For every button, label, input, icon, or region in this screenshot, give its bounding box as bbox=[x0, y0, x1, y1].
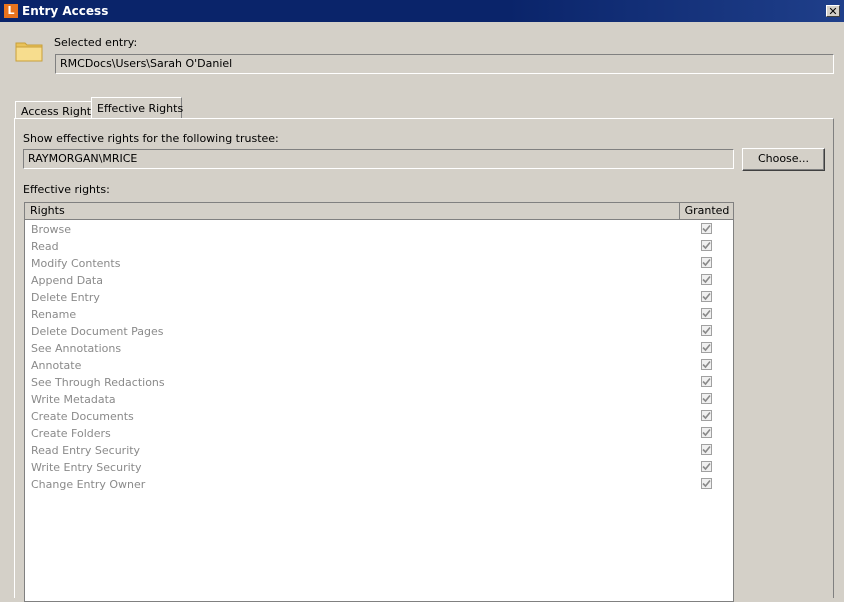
checkmark-icon bbox=[702, 360, 711, 369]
checkmark-icon bbox=[702, 258, 711, 267]
right-name: Write Metadata bbox=[31, 393, 116, 406]
right-name: See Annotations bbox=[31, 342, 122, 355]
selected-entry-label: Selected entry: bbox=[54, 36, 138, 49]
right-name: Delete Entry bbox=[31, 291, 100, 304]
title-bar: L Entry Access ✕ bbox=[0, 0, 844, 22]
table-row[interactable]: Write Metadata bbox=[25, 391, 733, 408]
effective-rights-label: Effective rights: bbox=[23, 183, 110, 196]
granted-checkbox[interactable] bbox=[701, 393, 712, 404]
table-row[interactable]: Create Documents bbox=[25, 408, 733, 425]
table-row[interactable]: Delete Entry bbox=[25, 289, 733, 306]
granted-checkbox[interactable] bbox=[701, 257, 712, 268]
checkmark-icon bbox=[702, 275, 711, 284]
folder-icon bbox=[15, 42, 43, 62]
granted-checkbox[interactable] bbox=[701, 342, 712, 353]
right-name: Read Entry Security bbox=[31, 444, 141, 457]
checkmark-icon bbox=[702, 411, 711, 420]
selected-entry-field[interactable]: RMCDocs\Users\Sarah O'Daniel bbox=[55, 54, 834, 74]
granted-checkbox[interactable] bbox=[701, 444, 712, 455]
table-row[interactable]: Browse bbox=[25, 221, 733, 238]
window-title: Entry Access bbox=[22, 4, 109, 18]
trustee-field[interactable]: RAYMORGAN\MRICE bbox=[23, 149, 734, 169]
checkmark-icon bbox=[702, 445, 711, 454]
table-row[interactable]: Modify Contents bbox=[25, 255, 733, 272]
granted-checkbox[interactable] bbox=[701, 359, 712, 370]
tab-effective-rights[interactable]: Effective Rights bbox=[91, 97, 183, 119]
column-header-rights[interactable]: Rights bbox=[25, 203, 680, 219]
table-row[interactable]: Rename bbox=[25, 306, 733, 323]
effective-rights-table[interactable]: Rights Granted Browse Read Modify Contents… bbox=[24, 202, 734, 602]
choose-button[interactable]: Choose... bbox=[742, 148, 825, 171]
granted-checkbox[interactable] bbox=[701, 291, 712, 302]
table-row[interactable]: Write Entry Security bbox=[25, 459, 733, 476]
granted-checkbox[interactable] bbox=[701, 325, 712, 336]
checkmark-icon bbox=[702, 394, 711, 403]
table-row[interactable]: Read bbox=[25, 238, 733, 255]
right-name: Read bbox=[31, 240, 59, 253]
granted-checkbox[interactable] bbox=[701, 478, 712, 489]
close-icon: ✕ bbox=[828, 5, 838, 18]
laserfiche-icon: L bbox=[4, 4, 18, 18]
table-row[interactable]: Change Entry Owner bbox=[25, 476, 733, 493]
right-name: Rename bbox=[31, 308, 77, 321]
checkmark-icon bbox=[702, 241, 711, 250]
checkmark-icon bbox=[702, 326, 711, 335]
table-row[interactable]: See Through Redactions bbox=[25, 374, 733, 391]
table-row[interactable]: Delete Document Pages bbox=[25, 323, 733, 340]
right-name: Change Entry Owner bbox=[31, 478, 146, 491]
table-row[interactable]: Annotate bbox=[25, 357, 733, 374]
granted-checkbox[interactable] bbox=[701, 410, 712, 421]
table-row[interactable]: See Annotations bbox=[25, 340, 733, 357]
column-header-granted[interactable]: Granted bbox=[681, 203, 733, 219]
checkmark-icon bbox=[702, 377, 711, 386]
granted-checkbox[interactable] bbox=[701, 427, 712, 438]
close-button[interactable]: ✕ bbox=[826, 5, 840, 17]
granted-checkbox[interactable] bbox=[701, 461, 712, 472]
right-name: Create Folders bbox=[31, 427, 111, 440]
right-name: See Through Redactions bbox=[31, 376, 165, 389]
granted-checkbox[interactable] bbox=[701, 274, 712, 285]
trustee-label: Show effective rights for the following … bbox=[23, 132, 279, 145]
checkmark-icon bbox=[702, 428, 711, 437]
tab-access-rights[interactable]: Access Rights bbox=[15, 101, 97, 119]
checkmark-icon bbox=[702, 462, 711, 471]
granted-checkbox[interactable] bbox=[701, 223, 712, 234]
granted-checkbox[interactable] bbox=[701, 240, 712, 251]
table-header: Rights Granted bbox=[25, 203, 733, 220]
checkmark-icon bbox=[702, 343, 711, 352]
checkmark-icon bbox=[702, 224, 711, 233]
right-name: Create Documents bbox=[31, 410, 134, 423]
right-name: Write Entry Security bbox=[31, 461, 142, 474]
table-row[interactable]: Create Folders bbox=[25, 425, 733, 442]
right-name: Annotate bbox=[31, 359, 82, 372]
right-name: Browse bbox=[31, 223, 72, 236]
checkmark-icon bbox=[702, 292, 711, 301]
right-name: Append Data bbox=[31, 274, 103, 287]
table-row[interactable]: Append Data bbox=[25, 272, 733, 289]
table-row[interactable]: Read Entry Security bbox=[25, 442, 733, 459]
checkmark-icon bbox=[702, 309, 711, 318]
granted-checkbox[interactable] bbox=[701, 376, 712, 387]
checkmark-icon bbox=[702, 479, 711, 488]
granted-checkbox[interactable] bbox=[701, 308, 712, 319]
right-name: Delete Document Pages bbox=[31, 325, 164, 338]
right-name: Modify Contents bbox=[31, 257, 121, 270]
